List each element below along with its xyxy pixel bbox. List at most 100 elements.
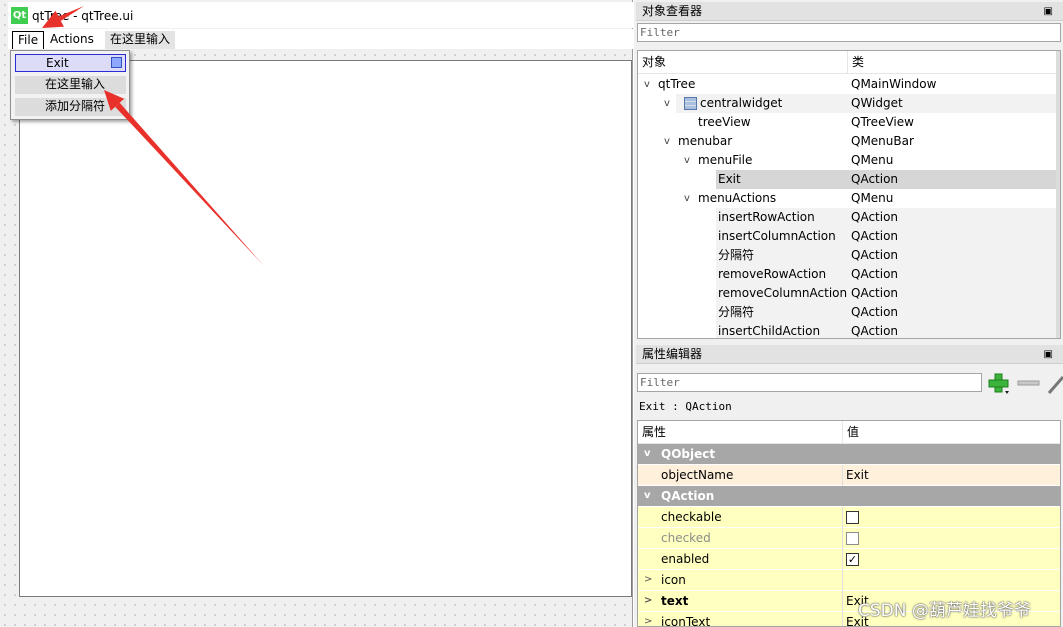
tree-row[interactable]: Exit QAction bbox=[638, 170, 1060, 189]
group-qaction[interactable]: v QAction bbox=[638, 486, 1060, 507]
prop-name: checked bbox=[661, 531, 711, 545]
central-widget[interactable] bbox=[19, 60, 632, 597]
tree-object-class: QMainWindow bbox=[851, 77, 937, 91]
remove-property-icon[interactable] bbox=[1017, 378, 1041, 388]
column-divider bbox=[842, 549, 843, 570]
tree-object-class: QWidget bbox=[851, 96, 903, 110]
prop-row-enabled[interactable]: enabled ✓ bbox=[638, 549, 1060, 570]
column-divider bbox=[842, 465, 843, 486]
checked-checkbox[interactable] bbox=[846, 532, 859, 545]
group-qobject[interactable]: v QObject bbox=[638, 444, 1060, 465]
prop-name: icon bbox=[661, 573, 686, 587]
prop-name: enabled bbox=[661, 552, 710, 566]
watermark: CSDN @葫芦娃找爷爷 bbox=[858, 601, 1031, 621]
header-property[interactable]: 属性 bbox=[638, 421, 843, 444]
action-edit-icon[interactable] bbox=[111, 57, 122, 68]
column-divider bbox=[842, 612, 843, 626]
tree-object-name: insertColumnAction bbox=[718, 229, 836, 243]
tree-object-class: QAction bbox=[851, 248, 899, 262]
column-divider bbox=[842, 570, 843, 591]
checkable-checkbox[interactable] bbox=[846, 511, 859, 524]
prop-value[interactable]: Exit bbox=[846, 465, 869, 485]
tree-row[interactable]: v centralwidget QWidget bbox=[638, 94, 1060, 113]
group-label: QObject bbox=[661, 447, 716, 461]
menu-item-exit[interactable]: Exit bbox=[15, 54, 126, 72]
menu-actions[interactable]: Actions bbox=[45, 31, 99, 49]
chevron-down-icon[interactable]: v bbox=[644, 486, 651, 506]
column-divider bbox=[842, 528, 843, 549]
prop-row-icon[interactable]: > icon bbox=[638, 570, 1060, 591]
tree-row[interactable]: 分隔符 QAction bbox=[638, 246, 1060, 265]
dock-area: 对象查看器 ▣ Filter 对象 类 v qtTree QMainWindow v c… bbox=[634, 0, 1063, 627]
prop-row-objectname[interactable]: objectName Exit bbox=[638, 465, 1060, 486]
widget-icon bbox=[684, 97, 697, 110]
chevron-down-icon[interactable]: v bbox=[644, 75, 650, 94]
tree-object-name: centralwidget bbox=[700, 96, 783, 110]
prop-name: iconText bbox=[661, 615, 711, 627]
qt-logo-icon: Qt bbox=[11, 7, 28, 24]
configure-icon[interactable] bbox=[1047, 372, 1063, 396]
prop-row-checkable[interactable]: checkable bbox=[638, 507, 1060, 528]
tree-row[interactable]: v qtTree QMainWindow bbox=[638, 75, 1060, 94]
tree-object-name: menuActions bbox=[698, 191, 777, 205]
chevron-right-icon[interactable]: > bbox=[644, 612, 652, 626]
tree-object-class: QAction bbox=[851, 305, 899, 319]
tree-row[interactable]: insertChildAction QAction bbox=[638, 322, 1060, 338]
tree-row[interactable]: removeRowAction QAction bbox=[638, 265, 1060, 284]
tree-object-class: QAction bbox=[851, 210, 899, 224]
tree-row[interactable]: v menuFile QMenu bbox=[638, 151, 1060, 170]
object-filter-input[interactable]: Filter bbox=[637, 23, 1061, 42]
tree-object-name: menubar bbox=[678, 134, 733, 148]
tree-object-class: QMenu bbox=[851, 191, 894, 205]
float-icon[interactable]: ▣ bbox=[1044, 345, 1053, 364]
tree-object-class: QMenu bbox=[851, 153, 894, 167]
float-icon[interactable]: ▣ bbox=[1044, 2, 1053, 21]
header-object[interactable]: 对象 bbox=[638, 51, 848, 74]
enabled-checkbox[interactable]: ✓ bbox=[846, 553, 859, 566]
group-label: QAction bbox=[661, 489, 715, 503]
header-class[interactable]: 类 bbox=[848, 51, 1060, 74]
tree-row[interactable]: insertRowAction QAction bbox=[638, 208, 1060, 227]
property-filter-input[interactable]: Filter bbox=[637, 373, 982, 392]
tree-row[interactable]: v menubar QMenuBar bbox=[638, 132, 1060, 151]
chevron-right-icon[interactable]: > bbox=[644, 591, 652, 611]
menu-item-exit-label: Exit bbox=[46, 56, 69, 70]
tree-object-name: menuFile bbox=[698, 153, 753, 167]
menu-item-add-separator[interactable]: 添加分隔符 bbox=[15, 98, 126, 116]
tree-object-name: qtTree bbox=[658, 77, 696, 91]
tree-object-name: removeColumnAction bbox=[718, 286, 848, 300]
menu-item-type-here[interactable]: 在这里输入 bbox=[15, 76, 126, 94]
chevron-down-icon[interactable]: v bbox=[644, 444, 651, 464]
tree-object-name: treeView bbox=[698, 115, 751, 129]
tree-scrollbar[interactable] bbox=[1056, 51, 1060, 338]
prop-row-checked[interactable]: checked bbox=[638, 528, 1060, 549]
file-menu-dropdown: Exit 在这里输入 添加分隔符 bbox=[10, 50, 130, 120]
add-property-icon[interactable] bbox=[987, 372, 1011, 396]
tree-object-name: Exit bbox=[718, 172, 741, 186]
object-tree[interactable]: 对象 类 v qtTree QMainWindow v centralwidget QWi… bbox=[637, 50, 1061, 339]
tree-row[interactable]: 分隔符 QAction bbox=[638, 303, 1060, 322]
tree-object-class: QMenuBar bbox=[851, 134, 914, 148]
tree-object-class: QTreeView bbox=[851, 115, 914, 129]
menubar: File Actions 在这里输入 bbox=[8, 29, 633, 49]
chevron-down-icon[interactable]: v bbox=[684, 189, 690, 208]
chevron-down-icon[interactable]: v bbox=[664, 94, 670, 113]
tree-object-name: 分隔符 bbox=[718, 305, 755, 319]
column-divider bbox=[842, 507, 843, 528]
tree-object-class: QAction bbox=[851, 229, 899, 243]
chevron-down-icon[interactable]: v bbox=[664, 132, 670, 151]
tree-row[interactable]: treeView QTreeView bbox=[638, 113, 1060, 132]
tree-object-class: QAction bbox=[851, 324, 899, 338]
menu-file[interactable]: File bbox=[12, 31, 45, 49]
header-value[interactable]: 值 bbox=[843, 421, 1060, 444]
tree-row[interactable]: removeColumnAction QAction bbox=[638, 284, 1060, 303]
menu-type-here[interactable]: 在这里输入 bbox=[105, 31, 176, 49]
chevron-down-icon[interactable]: v bbox=[684, 151, 690, 170]
tree-row[interactable]: v menuActions QMenu bbox=[638, 189, 1060, 208]
prop-name: checkable bbox=[661, 510, 722, 524]
object-inspector-title-text: 对象查看器 bbox=[642, 4, 703, 18]
tree-row[interactable]: insertColumnAction QAction bbox=[638, 227, 1060, 246]
property-editor-title: 属性编辑器 ▣ bbox=[636, 345, 1063, 364]
tree-object-name: insertRowAction bbox=[718, 210, 815, 224]
chevron-right-icon[interactable]: > bbox=[644, 570, 652, 590]
